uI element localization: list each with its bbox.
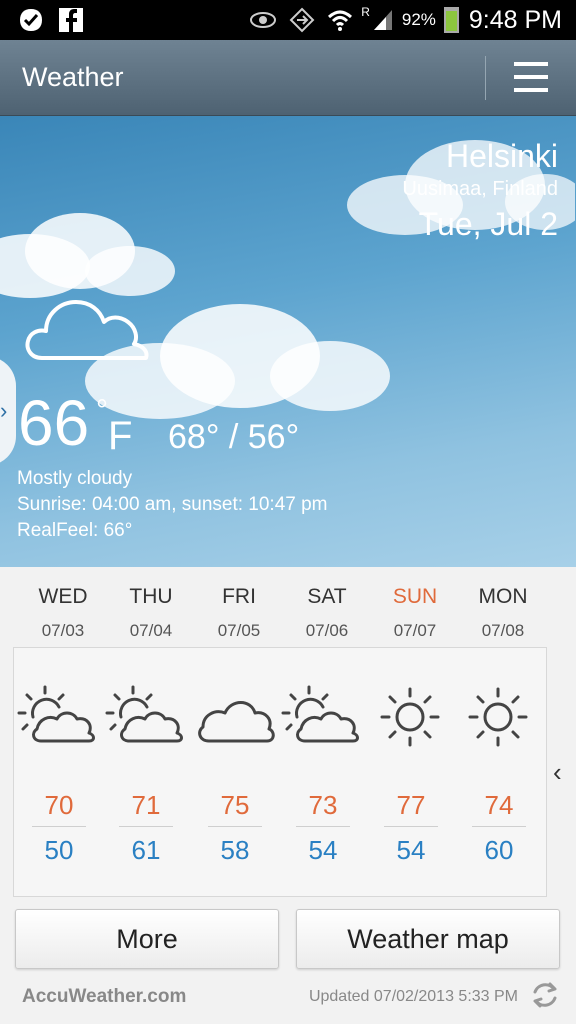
- region-name: Uusimaa, Finland: [402, 178, 558, 200]
- forecast-section: WED 07/03 THU 07/04 FRI 07/05 SAT 07/06 …: [0, 567, 576, 897]
- sun-icon: [380, 687, 440, 747]
- temp-separator: [208, 826, 262, 827]
- forecast-day-name: FRI: [222, 585, 256, 608]
- refresh-icon[interactable]: [530, 980, 560, 1010]
- forecast-high: 74: [484, 790, 514, 820]
- temp-separator: [32, 826, 86, 827]
- action-bar: Weather: [0, 40, 576, 116]
- forecast-low: 60: [484, 835, 514, 865]
- forecast-low: 61: [131, 835, 161, 865]
- partly-cloudy-icon: [105, 685, 183, 743]
- forecast-low: 54: [308, 835, 338, 865]
- accuweather-logo[interactable]: AccuWeather.com: [22, 986, 186, 1008]
- temperature-unit: F: [108, 414, 133, 458]
- forecast-day-date: 07/07: [393, 621, 437, 640]
- status-bar: R 92% 9:48 PM: [0, 0, 576, 40]
- forecast-high: 71: [131, 790, 161, 820]
- temp-separator: [119, 826, 173, 827]
- current-date: Tue, Jul 2: [418, 206, 558, 242]
- forecast-day: WED 07/03: [19, 585, 107, 641]
- wifi-icon: [328, 10, 353, 31]
- temp-separator: [384, 826, 438, 827]
- partly-cloudy-icon: [17, 685, 95, 743]
- menu-button[interactable]: [500, 56, 560, 100]
- degree-symbol: °: [96, 394, 108, 427]
- forecast-day: FRI 07/05: [195, 585, 283, 641]
- battery-percent: 92%: [401, 10, 436, 29]
- partly-cloudy-icon: [281, 685, 359, 743]
- sunrise-sunset-text: Sunrise: 04:00 am, sunset: 10:47 pm: [17, 494, 328, 515]
- cloud-icon: [25, 300, 149, 360]
- forecast-day-date: 07/03: [41, 621, 85, 640]
- forecast-day-date: 07/06: [305, 621, 349, 640]
- forecast-high: 77: [396, 790, 426, 820]
- forecast-day-name: WED: [38, 585, 88, 608]
- realfeel-text: RealFeel: 66°: [17, 520, 133, 541]
- forecast-day-name: THU: [129, 585, 173, 608]
- current-weather-panel: Helsinki Uusimaa, Finland Tue, Jul 2 › 6…: [0, 116, 576, 567]
- status-time: 9:48 PM: [468, 5, 562, 34]
- forecast-high: 75: [220, 790, 250, 820]
- chevron-left-icon[interactable]: ‹: [553, 757, 562, 788]
- location-icon: [289, 7, 315, 33]
- forecast-day: SAT 07/06: [283, 585, 371, 641]
- forecast-day: SUN 07/07: [371, 585, 459, 641]
- high-low-temperature: 68° / 56°: [168, 418, 300, 456]
- side-panel-tab[interactable]: ›: [0, 356, 16, 466]
- facebook-icon: [59, 8, 83, 32]
- chevron-right-icon: ›: [0, 398, 8, 423]
- battery-icon: [443, 7, 459, 33]
- forecast-day-date: 07/05: [217, 621, 261, 640]
- forecast-day: THU 07/04: [107, 585, 195, 641]
- checkmark-icon: [20, 9, 42, 31]
- forecast-high: 70: [44, 790, 74, 820]
- action-bar-divider: [485, 56, 486, 100]
- signal-icon: [373, 10, 392, 30]
- signal-label: R: [361, 5, 370, 19]
- city-name: Helsinki: [445, 138, 558, 174]
- forecast-day-date: 07/04: [129, 621, 173, 640]
- current-temperature: 66: [18, 387, 90, 459]
- more-button[interactable]: More: [15, 909, 279, 969]
- forecast-day: MON 07/08: [459, 585, 547, 641]
- condition-text: Mostly cloudy: [17, 468, 133, 489]
- weather-map-button[interactable]: Weather map: [296, 909, 560, 969]
- app-title: Weather: [22, 62, 124, 92]
- forecast-low: 50: [44, 835, 74, 865]
- temp-separator: [472, 826, 526, 827]
- cloud-icon: [198, 701, 275, 743]
- forecast-low: 58: [220, 835, 250, 865]
- sun-icon: [468, 687, 528, 747]
- forecast-day-name: SAT: [307, 585, 347, 608]
- forecast-low: 54: [396, 835, 426, 865]
- updated-timestamp: Updated 07/02/2013 5:33 PM: [308, 988, 518, 1005]
- forecast-high: 73: [308, 790, 338, 820]
- forecast-day-date: 07/08: [481, 621, 525, 640]
- forecast-day-name: SUN: [392, 585, 438, 608]
- eye-icon: [250, 12, 277, 28]
- forecast-day-name: MON: [478, 585, 528, 608]
- temp-separator: [296, 826, 350, 827]
